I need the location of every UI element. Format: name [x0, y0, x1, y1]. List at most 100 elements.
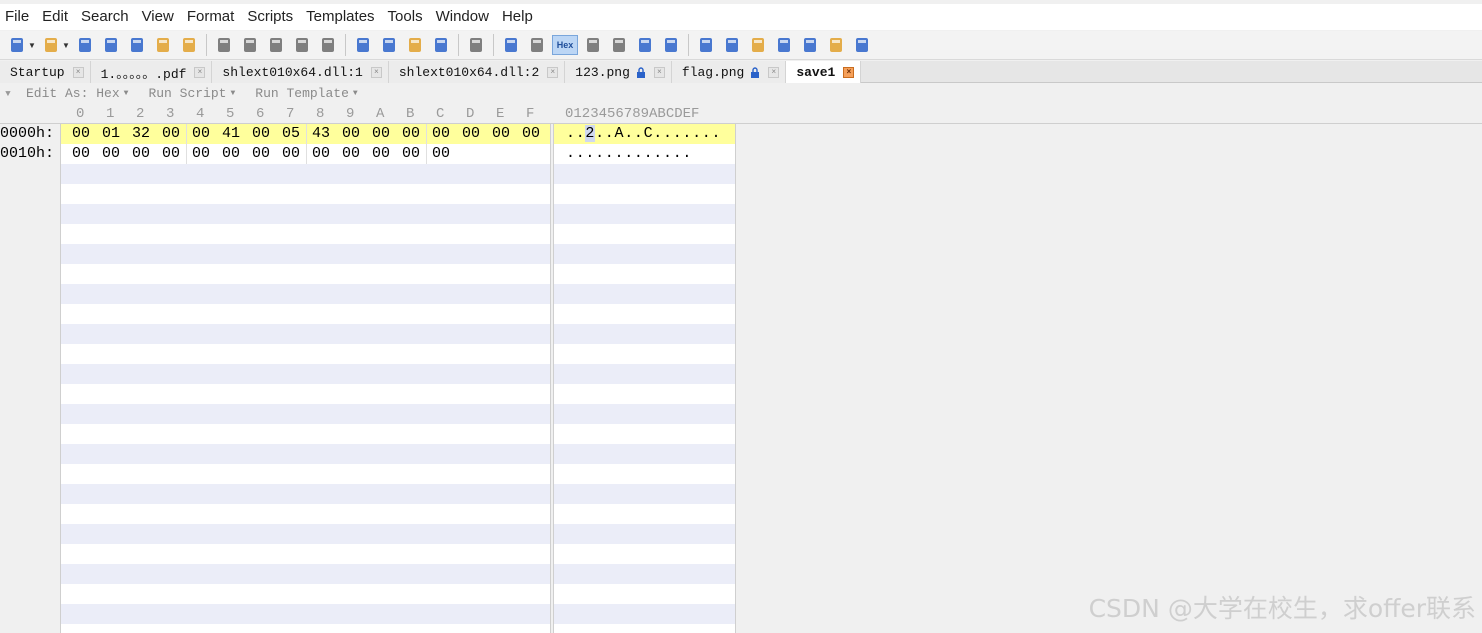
- save-as-icon[interactable]: [100, 34, 122, 56]
- close-tab-icon[interactable]: ×: [768, 66, 780, 78]
- ascii-char[interactable]: .: [682, 125, 692, 142]
- edit-as-button[interactable]: Edit As: Hex: [26, 86, 120, 101]
- ascii-char[interactable]: C: [644, 125, 654, 142]
- hex-byte[interactable]: 00: [342, 125, 360, 142]
- hex-byte[interactable]: 01: [102, 125, 120, 142]
- ascii-char[interactable]: .: [585, 145, 595, 162]
- hex-byte[interactable]: 00: [312, 145, 330, 162]
- print-icon[interactable]: [465, 34, 487, 56]
- open-file-icon[interactable]: [40, 34, 62, 56]
- hex-byte[interactable]: 00: [132, 145, 150, 162]
- hex-byte[interactable]: 00: [462, 125, 480, 142]
- hex-byte[interactable]: 00: [72, 125, 90, 142]
- open-folder-icon[interactable]: [152, 34, 174, 56]
- ascii-char[interactable]: .: [663, 125, 673, 142]
- goto-icon[interactable]: [430, 34, 452, 56]
- ascii-char[interactable]: .: [644, 145, 654, 162]
- menu-scripts[interactable]: Scripts: [242, 4, 301, 30]
- ascii-char[interactable]: .: [595, 125, 605, 142]
- close-all-icon[interactable]: [178, 34, 200, 56]
- toolbar-grip-icon[interactable]: ▼: [0, 89, 16, 99]
- ascii-char[interactable]: .: [605, 145, 615, 162]
- open-file-dropdown-icon[interactable]: ▼: [62, 41, 70, 50]
- replace-icon[interactable]: [378, 34, 400, 56]
- hex-byte[interactable]: 00: [102, 145, 120, 162]
- run-script-button[interactable]: Run Script: [148, 86, 226, 101]
- hex-byte[interactable]: 00: [222, 145, 240, 162]
- menu-tools[interactable]: Tools: [383, 4, 431, 30]
- hex-byte[interactable]: 00: [402, 145, 420, 162]
- ascii-char[interactable]: .: [566, 145, 576, 162]
- ascii-char[interactable]: .: [673, 145, 683, 162]
- hex-pane[interactable]: 00 01 32 00 00 41 00 05 43 00 00 00 00 00 00 00 00 00 00 00…: [60, 124, 551, 633]
- hex-byte[interactable]: 00: [252, 145, 270, 162]
- binary-view-icon[interactable]: [660, 34, 682, 56]
- highlight-icon[interactable]: [526, 34, 548, 56]
- ascii-char[interactable]: .: [576, 145, 586, 162]
- ascii-pane[interactable]: ..2..A..C....................: [553, 124, 736, 633]
- ascii-char[interactable]: .: [605, 125, 615, 142]
- menu-search[interactable]: Search: [76, 4, 137, 30]
- ascii-char[interactable]: .: [653, 125, 663, 142]
- hex-byte[interactable]: 00: [162, 125, 180, 142]
- ascii-char[interactable]: .: [634, 125, 644, 142]
- hex-byte[interactable]: 00: [372, 145, 390, 162]
- close-tab-icon[interactable]: ×: [370, 66, 382, 78]
- tab-3[interactable]: shlext010x64.dll:1 ×: [212, 61, 389, 83]
- ascii-char[interactable]: .: [673, 125, 683, 142]
- hex-byte[interactable]: 00: [192, 125, 210, 142]
- ascii-char[interactable]: .: [702, 125, 712, 142]
- menu-help[interactable]: Help: [497, 4, 541, 30]
- save-icon[interactable]: [74, 34, 96, 56]
- tools-icon[interactable]: [773, 34, 795, 56]
- menu-format[interactable]: Format: [182, 4, 243, 30]
- tab-5[interactable]: 123.png ×: [565, 61, 672, 83]
- tab-7[interactable]: save1 ×: [786, 61, 862, 83]
- menu-templates[interactable]: Templates: [301, 4, 382, 30]
- hex-byte[interactable]: 00: [252, 125, 270, 142]
- close-tab-icon[interactable]: ×: [194, 66, 206, 78]
- tab-4[interactable]: shlext010x64.dll:2 ×: [388, 61, 566, 83]
- calculator-icon[interactable]: [695, 34, 717, 56]
- edit-as-dropdown-icon[interactable]: ▼: [124, 89, 129, 98]
- pilcrow-icon[interactable]: [608, 34, 630, 56]
- hex-byte[interactable]: 00: [162, 145, 180, 162]
- hex-byte[interactable]: 00: [402, 125, 420, 142]
- line-view-icon[interactable]: [634, 34, 656, 56]
- hex-byte[interactable]: 00: [342, 145, 360, 162]
- menu-file[interactable]: File: [0, 4, 37, 30]
- font-icon[interactable]: [500, 34, 522, 56]
- run-template-button[interactable]: Run Template: [255, 86, 349, 101]
- close-tab-icon[interactable]: ×: [843, 66, 855, 78]
- hex-byte[interactable]: 05: [282, 125, 300, 142]
- ascii-char[interactable]: .: [692, 125, 702, 142]
- copy-icon[interactable]: [239, 34, 261, 56]
- compare-icon[interactable]: [747, 34, 769, 56]
- save-all-icon[interactable]: [126, 34, 148, 56]
- ascii-char[interactable]: A: [615, 125, 625, 142]
- hex-byte[interactable]: 00: [192, 145, 210, 162]
- ascii-char[interactable]: .: [634, 145, 644, 162]
- ascii-char[interactable]: .: [624, 145, 634, 162]
- tab-1[interactable]: Startup ×: [0, 61, 91, 83]
- close-tab-icon[interactable]: ×: [72, 66, 84, 78]
- hex-byte[interactable]: 43: [312, 125, 330, 142]
- close-tab-icon[interactable]: ×: [653, 66, 665, 78]
- hex-byte[interactable]: 00: [432, 145, 450, 162]
- ascii-char[interactable]: 2: [585, 125, 595, 142]
- ascii-char[interactable]: .: [663, 145, 673, 162]
- find-in-files-icon[interactable]: [404, 34, 426, 56]
- hex-byte[interactable]: 00: [522, 125, 540, 142]
- template-icon[interactable]: [721, 34, 743, 56]
- columns-icon[interactable]: [582, 34, 604, 56]
- undo-icon[interactable]: [291, 34, 313, 56]
- paste-icon[interactable]: [265, 34, 287, 56]
- new-file-dropdown-icon[interactable]: ▼: [28, 41, 36, 50]
- hex-byte[interactable]: 41: [222, 125, 240, 142]
- ascii-char[interactable]: .: [712, 125, 722, 142]
- hex-byte[interactable]: 00: [282, 145, 300, 162]
- cut-icon[interactable]: [213, 34, 235, 56]
- ascii-char[interactable]: .: [653, 145, 663, 162]
- hex-byte[interactable]: 32: [132, 125, 150, 142]
- ascii-char[interactable]: .: [615, 145, 625, 162]
